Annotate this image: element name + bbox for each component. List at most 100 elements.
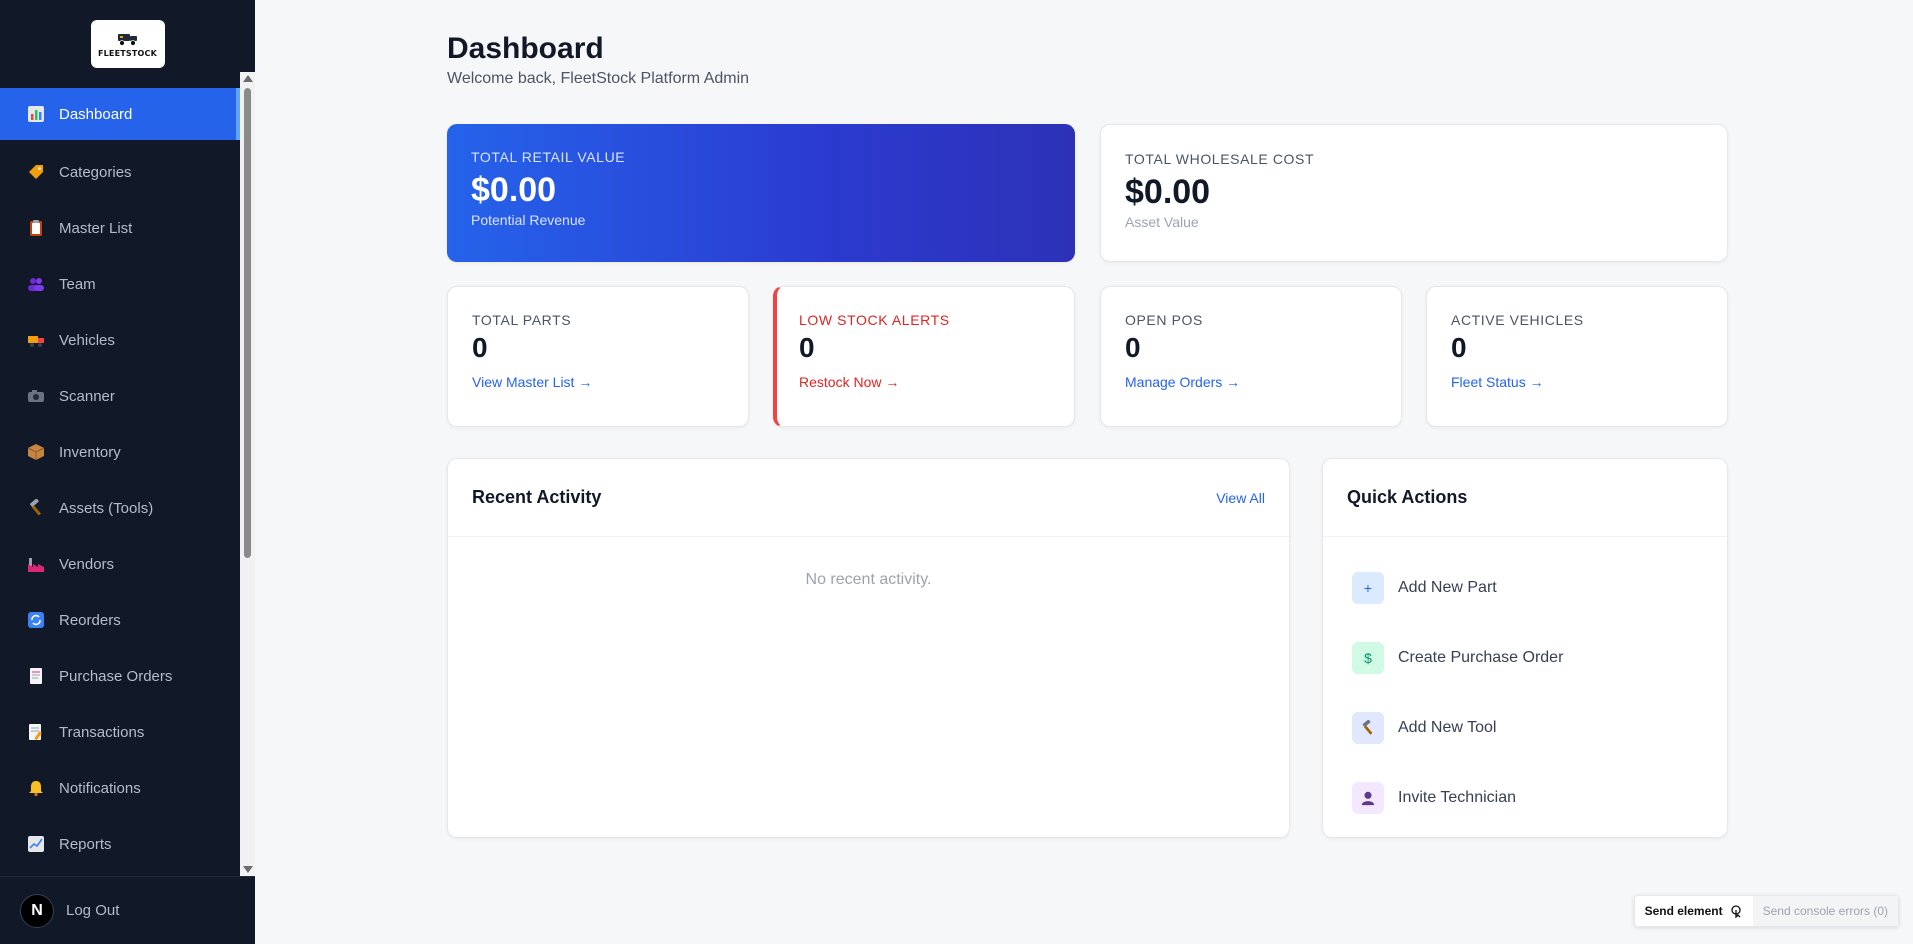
add-new-tool-button[interactable]: Add New Tool <box>1352 693 1698 763</box>
stat-value: 0 <box>1451 332 1467 363</box>
panel-title: Quick Actions <box>1347 487 1468 507</box>
sidebar-item-master-list[interactable]: Master List <box>0 200 240 256</box>
stat-value: 0 <box>472 332 488 363</box>
factory-icon <box>26 554 46 574</box>
card-label: TOTAL RETAIL VALUE <box>471 149 626 165</box>
sidebar-item-reports[interactable]: Reports <box>0 816 240 872</box>
sidebar-item-reorders[interactable]: Reorders <box>0 592 240 648</box>
send-element-label: Send element <box>1644 904 1723 918</box>
sidebar-item-purchase-orders[interactable]: Purchase Orders <box>0 648 240 704</box>
panel-header: Quick Actions <box>1323 459 1727 537</box>
sidebar-item-label: Notifications <box>59 779 141 797</box>
add-new-part-button[interactable]: + Add New Part <box>1352 553 1698 623</box>
view-all-link[interactable]: View All <box>1216 490 1265 506</box>
recent-activity-panel: Recent Activity View All No recent activ… <box>447 458 1290 838</box>
open-pos-card: OPEN POS 0 Manage Orders → <box>1100 286 1402 427</box>
truck-logo-icon <box>117 33 137 46</box>
stat-value: 0 <box>799 332 815 363</box>
sidebar-item-label: Vehicles <box>59 331 115 349</box>
quick-action-label: Add New Part <box>1398 579 1497 596</box>
quick-action-label: Create Purchase Order <box>1398 649 1564 666</box>
fleet-status-link[interactable]: Fleet Status → <box>1451 374 1544 390</box>
logout-label: Log Out <box>66 902 120 919</box>
truck-icon <box>26 330 46 350</box>
sidebar-item-label: Reorders <box>59 611 121 629</box>
sidebar-item-assets-tools[interactable]: Assets (Tools) <box>0 480 240 536</box>
sidebar-item-label: Transactions <box>59 723 145 741</box>
sidebar-item-dashboard[interactable]: Dashboard <box>0 88 240 140</box>
sidebar-item-label: Vendors <box>59 555 115 573</box>
card-caption: Potential Revenue <box>471 212 586 228</box>
card-value: $0.00 <box>1125 173 1211 211</box>
quick-actions-panel: Quick Actions + Add New Part $ Create Pu… <box>1322 458 1728 838</box>
stat-value: 0 <box>1125 332 1141 363</box>
send-element-button[interactable]: Send element <box>1635 896 1753 926</box>
quick-actions-list: + Add New Part $ Create Purchase Order A… <box>1323 537 1727 833</box>
empty-state-text: No recent activity. <box>805 571 932 588</box>
sidebar-item-inventory[interactable]: Inventory <box>0 424 240 480</box>
plus-icon: + <box>1352 572 1384 604</box>
quick-action-label: Invite Technician <box>1398 789 1516 806</box>
card-caption: Asset Value <box>1125 214 1199 230</box>
logo-area: FLEETSTOCK <box>0 0 255 88</box>
create-purchase-order-button[interactable]: $ Create Purchase Order <box>1352 623 1698 693</box>
sidebar-item-label: Purchase Orders <box>59 667 173 685</box>
page-title: Dashboard <box>447 32 604 65</box>
hammer-icon <box>26 498 46 518</box>
refresh-icon <box>26 610 46 630</box>
total-retail-value-card: TOTAL RETAIL VALUE $0.00 Potential Reven… <box>447 124 1075 262</box>
sidebar-item-label: Assets (Tools) <box>59 499 154 517</box>
scroll-up-icon[interactable] <box>243 75 253 82</box>
sidebar-item-label: Team <box>59 275 96 293</box>
invite-technician-button[interactable]: Invite Technician <box>1352 763 1698 833</box>
card-value: $0.00 <box>471 171 557 209</box>
stat-label: ACTIVE VEHICLES <box>1451 312 1584 328</box>
low-stock-alerts-card: LOW STOCK ALERTS 0 Restock Now → <box>773 286 1075 427</box>
clipboard-icon <box>26 218 46 238</box>
tag-icon <box>26 162 46 182</box>
scroll-down-icon[interactable] <box>243 866 253 873</box>
stat-label: TOTAL PARTS <box>472 312 572 328</box>
card-label: TOTAL WHOLESALE COST <box>1125 151 1315 167</box>
manage-orders-link[interactable]: Manage Orders → <box>1125 374 1240 390</box>
dollar-icon: $ <box>1352 642 1384 674</box>
bar-chart-icon <box>26 104 46 124</box>
page-subtitle: Welcome back, FleetStock Platform Admin <box>447 70 750 87</box>
fleetstock-logo[interactable]: FLEETSTOCK <box>90 20 165 68</box>
scrollbar-thumb[interactable] <box>244 88 251 558</box>
sidebar-item-label: Dashboard <box>59 105 133 123</box>
sidebar-item-notifications[interactable]: Notifications <box>0 760 240 816</box>
people-icon <box>26 274 46 294</box>
sidebar-item-label: Inventory <box>59 443 121 461</box>
send-console-errors-button[interactable]: Send console errors (0) <box>1752 896 1898 926</box>
sidebar-item-team[interactable]: Team <box>0 256 240 312</box>
logo-text: FLEETSTOCK <box>97 48 158 58</box>
panel-header: Recent Activity View All <box>448 459 1289 537</box>
logout-button[interactable]: N Log Out <box>0 876 255 944</box>
sidebar-item-transactions[interactable]: Transactions <box>0 704 240 760</box>
panel-title: Recent Activity <box>472 487 602 507</box>
sidebar-item-categories[interactable]: Categories <box>0 144 240 200</box>
sidebar-item-vendors[interactable]: Vendors <box>0 536 240 592</box>
restock-now-link[interactable]: Restock Now → <box>799 374 899 390</box>
total-wholesale-cost-card: TOTAL WHOLESALE COST $0.00 Asset Value <box>1100 124 1728 262</box>
sidebar-item-vehicles[interactable]: Vehicles <box>0 312 240 368</box>
sidebar-item-label: Scanner <box>59 387 115 405</box>
avatar: N <box>20 893 54 928</box>
sidebar-nav-scroll: Dashboard Categories Master List Team Ve… <box>0 88 255 876</box>
quick-action-label: Add New Tool <box>1398 719 1497 736</box>
camera-icon <box>26 386 46 406</box>
document-icon <box>26 666 46 686</box>
view-master-list-link[interactable]: View Master List → <box>472 374 592 390</box>
sidebar-nav: Dashboard Categories Master List Team Ve… <box>0 88 240 872</box>
sidebar-scrollbar[interactable] <box>240 72 255 876</box>
sidebar-item-scanner[interactable]: Scanner <box>0 368 240 424</box>
sidebar-item-label: Categories <box>59 163 132 181</box>
hammer-icon <box>1352 712 1384 744</box>
package-icon <box>26 442 46 462</box>
total-parts-card: TOTAL PARTS 0 View Master List → <box>447 286 749 427</box>
sidebar-item-label: Reports <box>59 835 112 853</box>
dev-toolbar: Send element Send console errors (0) <box>1633 895 1899 927</box>
active-vehicles-card: ACTIVE VEHICLES 0 Fleet Status → <box>1426 286 1728 427</box>
memo-icon <box>26 722 46 742</box>
